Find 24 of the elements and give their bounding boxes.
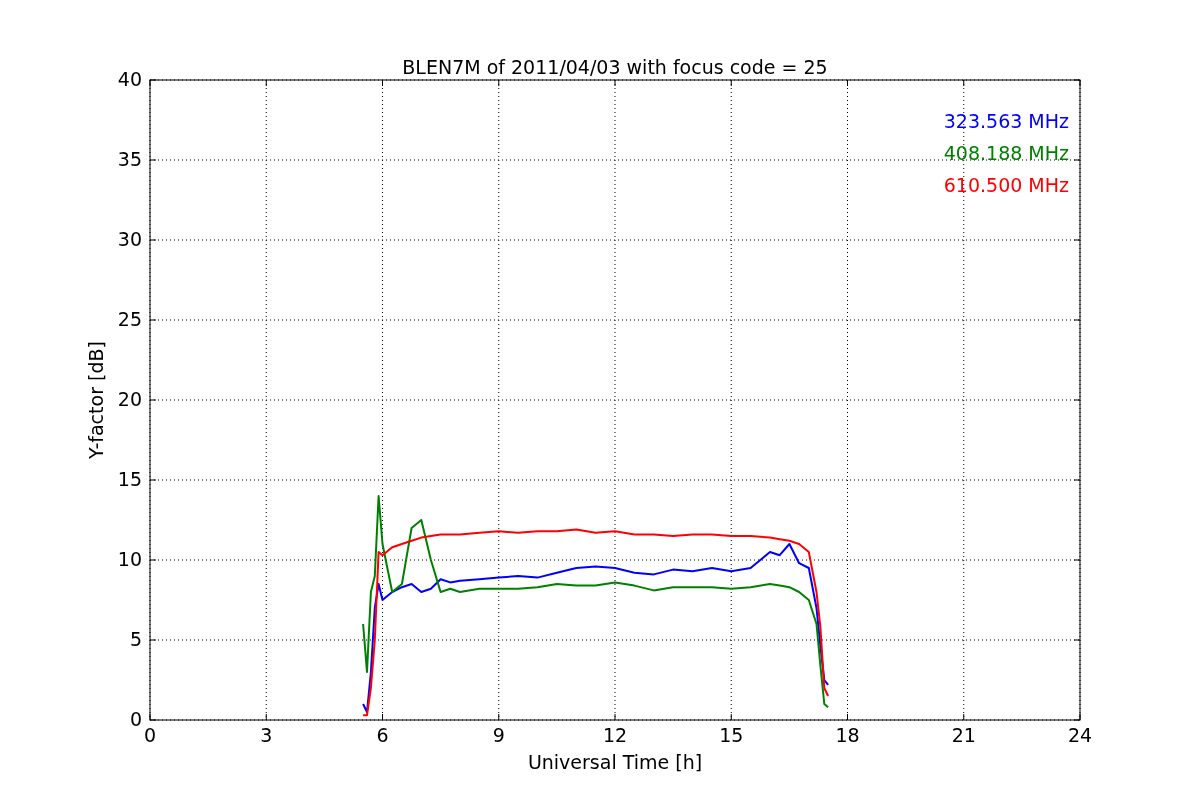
x-tick-label: 15: [719, 724, 744, 746]
y-tick-label: 40: [117, 68, 142, 90]
x-tick-label: 0: [143, 724, 157, 746]
x-tick-label: 18: [835, 724, 860, 746]
x-tick-label: 3: [260, 724, 273, 746]
chart-title: BLEN7M of 2011/04/03 with focus code = 25: [402, 56, 828, 78]
y-tick-label: 35: [117, 148, 142, 170]
y-axis-label: Y-factor [dB]: [85, 341, 107, 459]
y-tick-label: 5: [129, 628, 142, 650]
legend-label: 323.563 MHz: [943, 110, 1069, 132]
x-axis-label: Universal Time [h]: [527, 751, 703, 773]
y-tick-label: 0: [129, 708, 142, 730]
y-tick-label: 20: [117, 388, 142, 410]
legend-label: 610.500 MHz: [943, 174, 1069, 196]
x-tick-label: 24: [1067, 724, 1093, 746]
x-tick-label: 21: [951, 724, 976, 746]
y-tick-label: 15: [117, 468, 142, 490]
legend-label: 408.188 MHz: [943, 142, 1069, 164]
y-tick-label: 10: [117, 548, 142, 570]
x-tick-label: 6: [376, 724, 389, 746]
x-tick-label: 9: [492, 724, 505, 746]
x-tick-label: 12: [602, 724, 628, 746]
y-tick-label: 30: [117, 228, 142, 250]
y-tick-label: 25: [117, 308, 142, 330]
